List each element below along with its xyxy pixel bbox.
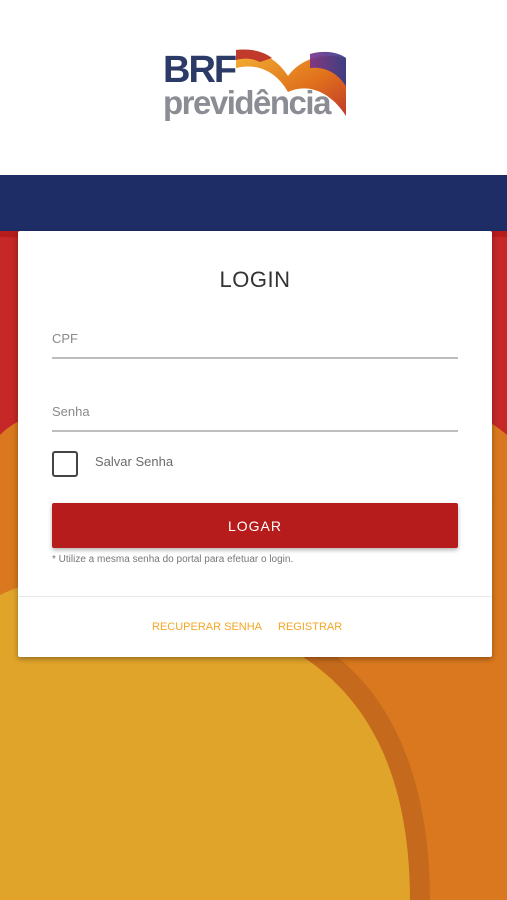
remember-label: Salvar Senha (95, 454, 174, 469)
logo-text-previdencia: previdência (163, 84, 331, 121)
remember-checkbox[interactable] (52, 451, 78, 477)
login-button[interactable]: LOGAR (52, 503, 458, 548)
login-hint: * Utilize a mesma senha do portal para e… (52, 554, 294, 565)
senha-field (52, 392, 458, 432)
login-card: LOGIN Salvar Senha LOGAR * Utilize a mes… (18, 231, 492, 657)
brf-previdencia-logo: BRF previdência (160, 46, 350, 130)
recover-password-link[interactable]: RECUPERAR SENHA (152, 621, 262, 633)
senha-input[interactable] (52, 392, 458, 430)
cpf-field (52, 319, 458, 359)
register-link[interactable]: REGISTRAR (278, 621, 342, 633)
card-divider (18, 596, 492, 597)
header: BRF previdência (0, 0, 507, 175)
login-title: LOGIN (219, 267, 291, 292)
card-actions: RECUPERAR SENHA REGISTRAR (18, 621, 492, 637)
cpf-input[interactable] (52, 319, 458, 357)
remember-password: Salvar Senha (52, 451, 252, 479)
